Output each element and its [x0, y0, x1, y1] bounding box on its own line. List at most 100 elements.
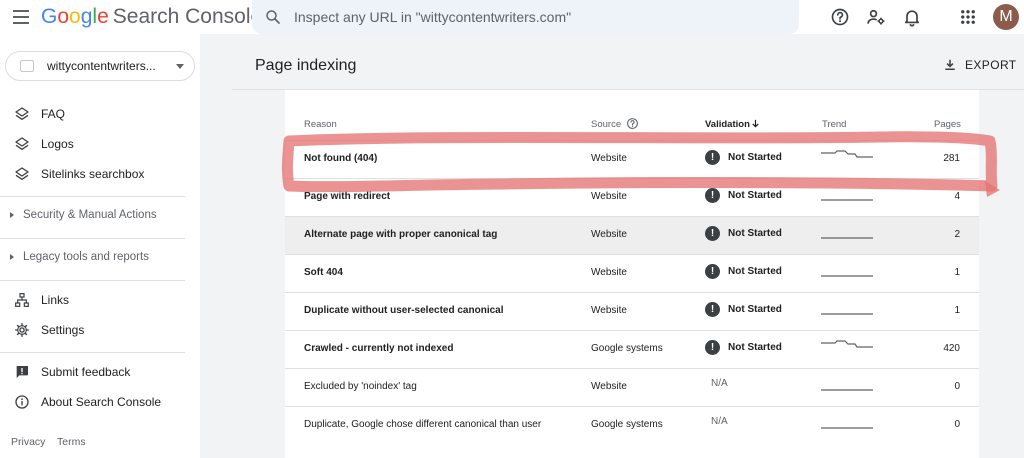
validation-status: Not Started: [728, 266, 782, 277]
table-row[interactable]: Crawled - currently not indexed Google sy…: [285, 330, 979, 368]
sort-arrow-down-icon[interactable]: [750, 118, 761, 129]
sidebar-divider: [0, 238, 185, 239]
column-header-trend: Trend: [822, 119, 847, 130]
row-pages: 1: [954, 267, 960, 278]
trend-sparkline: [821, 199, 873, 201]
feedback-icon: [16, 366, 28, 378]
row-source: Website: [591, 381, 627, 392]
trend-sparkline: [821, 313, 873, 315]
trend-sparkline: [821, 427, 873, 429]
search-icon: [266, 10, 280, 24]
search-console-logo[interactable]: Google Search Console: [41, 5, 262, 29]
exclamation-icon: !: [705, 264, 720, 279]
row-source: Website: [591, 267, 627, 278]
help-icon[interactable]: [626, 117, 639, 130]
download-icon: [945, 59, 955, 71]
table-row[interactable]: Soft 404 Website! Not Started 1: [285, 254, 979, 292]
sidebar-item-about[interactable]: About Search Console: [0, 389, 200, 415]
sidebar-section-legacy[interactable]: Legacy tools and reports: [0, 245, 200, 271]
validation-status: N/A: [711, 378, 728, 389]
sidebar: wittycontentwriters... FAQ Logos Sitelin…: [0, 34, 200, 458]
row-validation: ! Not Started: [705, 150, 782, 165]
row-validation: ! Not Started: [705, 302, 782, 317]
row-pages: 420: [943, 343, 960, 354]
layers-icon: [15, 137, 29, 150]
sidebar-divider: [0, 352, 185, 353]
export-button[interactable]: EXPORT: [943, 56, 1017, 74]
validation-status: Not Started: [728, 342, 782, 353]
page-title: Page indexing: [255, 57, 357, 74]
manage-users-icon[interactable]: [865, 6, 887, 28]
validation-status: N/A: [711, 416, 728, 427]
sidebar-item-label: Settings: [41, 323, 85, 337]
privacy-link[interactable]: Privacy: [11, 436, 45, 448]
account-avatar[interactable]: M: [993, 4, 1019, 30]
sidebar-item-label: Submit feedback: [41, 365, 131, 379]
url-inspection-bar[interactable]: [252, 0, 799, 34]
row-validation: ! Not Started: [705, 226, 782, 241]
sidebar-item-label: Sitelinks searchbox: [41, 167, 145, 181]
expand-arrow-icon: [10, 212, 14, 218]
property-selector[interactable]: wittycontentwriters...: [5, 51, 195, 81]
layers-icon: [15, 107, 29, 120]
validation-status: Not Started: [728, 190, 782, 201]
row-reason: Duplicate without user-selected canonica…: [304, 305, 504, 316]
export-label: EXPORT: [965, 58, 1017, 72]
table-row[interactable]: Not found (404) Website! Not Started 281: [285, 140, 979, 178]
notifications-bell-icon[interactable]: [901, 6, 923, 28]
row-source: Website: [591, 191, 627, 202]
row-reason: Soft 404: [304, 267, 343, 278]
sidebar-item-label: FAQ: [41, 107, 66, 121]
sidebar-item-label: Logos: [41, 137, 74, 151]
row-pages: 4: [954, 191, 960, 202]
table-row[interactable]: Duplicate without user-selected canonica…: [285, 292, 979, 330]
exclamation-icon: !: [705, 340, 720, 355]
sidebar-item-sitelinks-searchbox[interactable]: Sitelinks searchbox: [0, 161, 200, 187]
sidebar-item-faq[interactable]: FAQ: [0, 101, 200, 127]
sidebar-divider: [0, 280, 185, 281]
validation-status: Not Started: [728, 304, 782, 315]
row-reason: Not found (404): [304, 153, 378, 164]
url-inspection-input[interactable]: [294, 6, 774, 28]
row-reason: Alternate page with proper canonical tag: [304, 229, 498, 240]
main-menu-button[interactable]: [12, 8, 30, 26]
row-validation: ! Not Started: [705, 340, 782, 355]
trend-sparkline: [821, 389, 873, 391]
exclamation-icon: !: [705, 226, 720, 241]
row-reason: Crawled - currently not indexed: [304, 343, 454, 354]
row-source: Website: [591, 229, 627, 240]
row-source: Website: [591, 305, 627, 316]
row-reason: Page with redirect: [304, 191, 391, 202]
sidebar-item-logos[interactable]: Logos: [0, 131, 200, 157]
trend-sparkline: [821, 340, 873, 348]
column-header-validation[interactable]: Validation: [705, 119, 750, 130]
column-header-source[interactable]: Source: [591, 119, 621, 130]
app-header: GoogleSearch Console M: [0, 0, 1024, 34]
row-pages: 1: [954, 305, 960, 316]
exclamation-icon: !: [705, 150, 720, 165]
terms-link[interactable]: Terms: [57, 436, 86, 448]
exclamation-icon: !: [705, 302, 720, 317]
sidebar-section-security[interactable]: Security & Manual Actions: [0, 203, 200, 229]
sidebar-item-settings[interactable]: Settings: [0, 317, 200, 343]
sidebar-item-links[interactable]: Links: [0, 287, 200, 313]
sidebar-item-label: Links: [41, 293, 70, 307]
column-header-pages[interactable]: Pages: [934, 119, 961, 130]
table-row[interactable]: Duplicate, Google chose different canoni…: [285, 406, 979, 444]
trend-sparkline: [821, 150, 873, 158]
sidebar-item-submit-feedback[interactable]: Submit feedback: [0, 359, 200, 385]
issues-table: Reason Source Validation Trend Pages Not…: [285, 90, 979, 458]
row-validation: ! Not Started: [705, 188, 782, 203]
help-icon[interactable]: [829, 6, 851, 28]
row-pages: 281: [943, 153, 960, 164]
gear-icon: [15, 323, 29, 337]
apps-grid-icon[interactable]: [957, 6, 979, 28]
sidebar-divider: [0, 196, 185, 197]
table-row[interactable]: Page with redirect Website ! Not Started 4: [285, 178, 979, 216]
row-source: Google systems: [591, 419, 663, 430]
column-header-reason[interactable]: Reason: [304, 119, 337, 130]
table-row[interactable]: Excluded by 'noindex' tag Website N/A 0: [285, 368, 979, 406]
table-row[interactable]: Alternate page with proper canonical tag…: [285, 216, 979, 254]
sidebar-section-label: Security & Manual Actions: [23, 209, 157, 221]
layers-icon: [15, 167, 29, 180]
